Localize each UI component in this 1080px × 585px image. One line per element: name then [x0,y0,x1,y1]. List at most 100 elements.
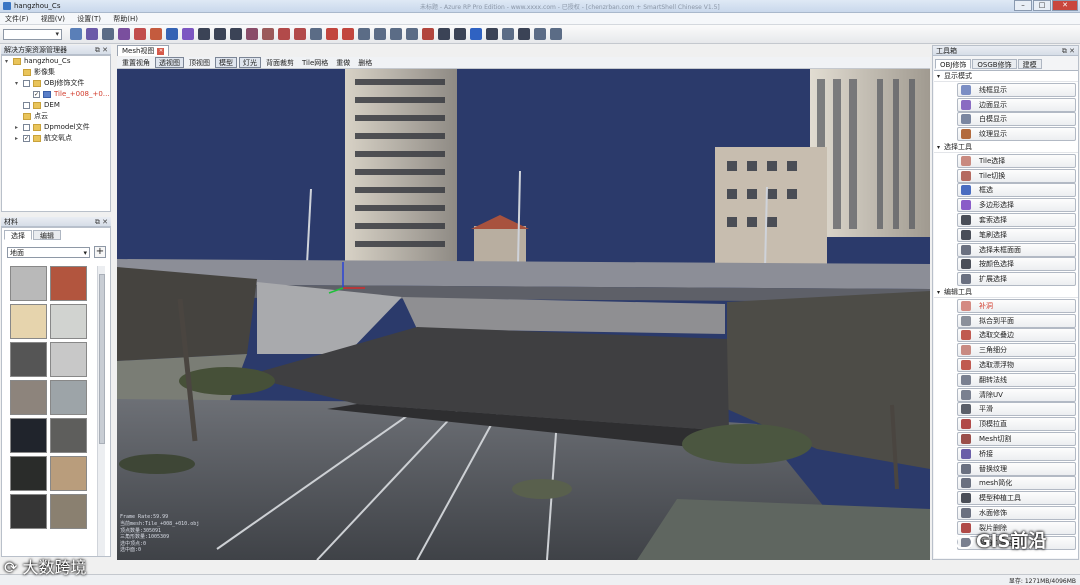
material-swatch[interactable] [50,494,87,529]
material-swatch[interactable] [50,266,87,301]
tree-checkbox[interactable]: ✓ [33,91,40,98]
tool-button[interactable]: 边面显示 [957,97,1076,112]
rotate-icon[interactable] [294,28,306,40]
close-button[interactable]: ✕ [1052,0,1078,11]
material-swatch[interactable] [10,456,47,491]
tool-button[interactable]: 补洞 [957,298,1076,313]
tab-osgb-edit[interactable]: OSGB修饰 [972,59,1017,69]
tool-button[interactable]: Tile切换 [957,168,1076,183]
sparkle-icon[interactable] [182,28,194,40]
tool-button[interactable]: 替换纹理 [957,461,1076,476]
tool-button[interactable]: 线框显示 [957,82,1076,97]
material-swatch[interactable] [50,456,87,491]
export-icon[interactable] [550,28,562,40]
scrollbar-thumb[interactable] [99,274,105,444]
tab-edit[interactable]: 编辑 [33,230,61,240]
palette-icon[interactable] [134,28,146,40]
panel-close-icon[interactable]: ⧉ ✕ [1062,46,1075,56]
shape-icon[interactable] [278,28,290,40]
tree-checkbox[interactable] [23,80,30,87]
tool-button[interactable]: Mesh切割 [957,431,1076,446]
clock-icon[interactable] [502,28,514,40]
tree-item[interactable]: ▸ ✓ 航交氧点 [2,133,110,144]
plate-icon[interactable] [390,28,402,40]
tree-checkbox[interactable] [23,102,30,109]
tool-button[interactable]: 清除UV [957,387,1076,402]
material-swatch[interactable] [10,304,47,339]
tree-item[interactable]: ▾ hangzhou_Cs [2,56,110,67]
tree-item[interactable]: 影像集 [2,67,110,78]
tab-modeling[interactable]: 建模 [1017,59,1042,69]
material-swatch[interactable] [50,342,87,377]
material-swatch[interactable] [50,418,87,453]
panel-close-icon[interactable]: ⧉ ✕ [95,217,108,227]
toolbox-section-header[interactable]: 显示模式 [934,71,1078,82]
save-icon[interactable] [422,28,434,40]
tool-button[interactable]: 桥接 [957,446,1076,461]
menu-file[interactable]: 文件(F) [0,13,34,25]
tool-button[interactable]: 选取交叠边 [957,328,1076,343]
tool-button[interactable]: mesh简化 [957,476,1076,491]
tree-item[interactable]: ✓ Tile_+008_+0… [2,89,110,100]
tile-icon[interactable] [150,28,162,40]
link-icon[interactable] [358,28,370,40]
building-icon[interactable] [118,28,130,40]
network-icon[interactable] [518,28,530,40]
tool-button[interactable]: 拟合到平面 [957,313,1076,328]
material-swatch[interactable] [10,380,47,415]
tool-button[interactable]: 扩展选择 [957,272,1076,287]
material-category-select[interactable]: 地面 [7,247,90,258]
tree-checkbox[interactable] [23,124,30,131]
tool-button[interactable]: 选取漂浮物 [957,357,1076,372]
tool-button[interactable]: 翻转法线 [957,372,1076,387]
material-swatch[interactable] [50,304,87,339]
split-icon[interactable] [102,28,114,40]
toolbox-section-header[interactable]: 编辑工具 [934,287,1078,298]
maximize-button[interactable]: □ [1033,0,1051,11]
film-icon[interactable] [406,28,418,40]
tool-button[interactable]: 白模显示 [957,112,1076,127]
eraser-icon[interactable] [374,28,386,40]
panel-close-icon[interactable]: ⧉ ✕ [95,45,108,55]
material-scrollbar[interactable] [97,266,105,556]
car-icon[interactable] [454,28,466,40]
menu-view[interactable]: 视图(V) [36,13,70,25]
grid-icon[interactable] [342,28,354,40]
view-button[interactable]: 顶视图 [186,58,213,69]
expand-arrow-icon[interactable]: ▸ [15,133,18,144]
uv-icon[interactable] [470,28,482,40]
view-button[interactable]: Tile网格 [299,58,331,69]
tool-button[interactable]: 选择未框面面 [957,242,1076,257]
tool-button[interactable]: 模型种植工具 [957,491,1076,506]
tool-button[interactable]: 按颜色选择 [957,257,1076,272]
stamp-icon[interactable] [246,28,258,40]
tool-button[interactable]: 纹理显示 [957,127,1076,142]
toolbar-combo[interactable] [3,29,62,40]
tool-button[interactable]: 多边形选择 [957,198,1076,213]
menu-settings[interactable]: 设置(T) [72,13,106,25]
house-icon[interactable] [486,28,498,40]
view-button[interactable]: 重做 [333,58,353,69]
close-tab-icon[interactable]: ✕ [157,47,165,55]
expand-arrow-icon[interactable]: ▸ [15,122,18,133]
view-button[interactable]: 重置视角 [119,58,153,69]
arrow-icon[interactable] [214,28,226,40]
expand-arrow-icon[interactable]: ▾ [5,56,8,67]
box-icon[interactable] [262,28,274,40]
add-material-button[interactable]: + [94,246,106,258]
tool-button[interactable]: 笔刷选择 [957,227,1076,242]
view-button[interactable]: 模型 [215,57,237,68]
tool-button[interactable]: 水面修饰 [957,505,1076,520]
3d-viewport[interactable]: Frame Rate:59.99 当前mesh:Tile_+008_+010.ob… [117,69,930,560]
tree-item[interactable]: ▸ Dpmodel文件 [2,122,110,133]
material-swatch[interactable] [50,380,87,415]
search-icon[interactable] [166,28,178,40]
pie-icon[interactable] [438,28,450,40]
chain-icon[interactable] [310,28,322,40]
material-swatch[interactable] [10,266,47,301]
tool-button[interactable]: 平滑 [957,402,1076,417]
menu-help[interactable]: 帮助(H) [108,13,143,25]
expand-arrow-icon[interactable]: ▾ [15,78,18,89]
layers-icon[interactable] [86,28,98,40]
tool-button[interactable]: 框选 [957,183,1076,198]
